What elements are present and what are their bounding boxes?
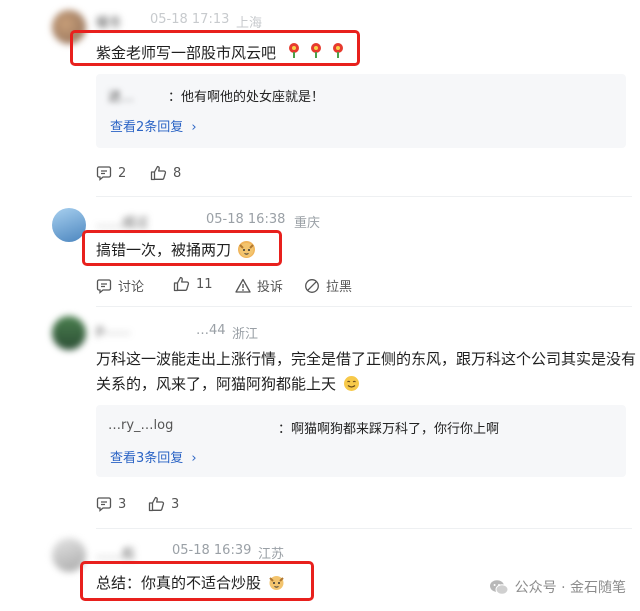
comment-icon <box>96 166 112 181</box>
like-button[interactable]: 8 <box>150 165 181 181</box>
block-button[interactable]: 拉黑 <box>304 276 352 295</box>
comment-text-content: 搞错一次，被捅两刀 <box>96 241 232 259</box>
reply-username[interactable]: …ry_…log <box>108 418 173 433</box>
smile-emoji-icon <box>343 375 360 392</box>
view-replies-label: 查看3条回复 <box>110 451 184 466</box>
divider <box>96 306 632 307</box>
comment-location: 江苏 <box>258 547 285 562</box>
comment-button[interactable]: 2 <box>96 165 126 181</box>
comment-text-line: 关系的，风来了，阿猫阿狗都能上天 <box>96 373 360 394</box>
comment-username[interactable]: 暖冬 <box>96 12 122 31</box>
reply-text-content: 啊猫啊狗都来踩万科了，你行你上啊 <box>291 422 500 437</box>
chevron-right-icon: › <box>191 451 197 466</box>
comment-date: …44 <box>196 323 226 338</box>
block-label: 拉黑 <box>326 280 353 295</box>
watermark-label: 公众号 · 金石随笔 <box>514 580 626 596</box>
avatar[interactable] <box>52 208 86 242</box>
view-replies-link[interactable]: 查看2条回复 › <box>110 116 197 135</box>
divider <box>96 196 632 197</box>
reply-text: ：他有啊他的处女座就是！ <box>168 90 325 105</box>
comment-icon <box>96 497 112 512</box>
like-button[interactable]: 11 <box>173 276 213 292</box>
like-button[interactable]: 3 <box>148 496 179 512</box>
comment-text: 总结：你真的不适合炒股 <box>96 572 285 593</box>
comment-text-content: 紫金老师写一部股市风云吧 <box>96 44 277 62</box>
comment-count: 2 <box>118 165 127 181</box>
discuss-button[interactable]: 讨论 <box>96 276 144 295</box>
discuss-label: 讨论 <box>118 280 145 295</box>
comment-text-content: 总结：你真的不适合炒股 <box>96 574 262 592</box>
comment-text: 紫金老师写一部股市风云吧 <box>96 40 347 63</box>
report-label: 投诉 <box>257 280 284 295</box>
view-replies-label: 查看2条回复 <box>110 120 184 135</box>
reply-text: ：啊猫啊狗都来踩万科了，你行你上啊 <box>278 422 500 437</box>
comment-location: 重庆 <box>294 216 321 231</box>
like-count: 11 <box>196 276 213 292</box>
comment-text: 搞错一次，被捅两刀 <box>96 239 255 260</box>
comment-date: 05-18 17:13 <box>150 12 230 27</box>
comment-location: 浙江 <box>232 327 259 342</box>
thumbs-up-icon <box>148 496 165 512</box>
avatar[interactable] <box>52 316 86 350</box>
thumbs-up-icon <box>150 165 167 181</box>
thumbs-up-icon <box>173 276 190 292</box>
dog-emoji-icon <box>268 574 285 591</box>
comment-date: 05-18 16:39 <box>172 543 252 558</box>
wechat-icon <box>489 579 509 595</box>
warning-icon <box>235 278 251 293</box>
comment-text-line: 万科这一波能走出上涨行情，完全是借了正侧的东风，跟万科这个公司其实是没有 <box>96 350 637 368</box>
chevron-right-icon: › <box>191 120 197 135</box>
reply-username[interactable]: 进… <box>108 86 134 105</box>
dog-emoji-icon <box>237 241 255 258</box>
wechat-watermark: 公众号 · 金石随笔 <box>489 577 626 597</box>
comment-username[interactable]: ……成过 <box>96 212 148 231</box>
reply-preview[interactable] <box>96 405 626 477</box>
comment-button[interactable]: 3 <box>96 496 126 512</box>
flower-emoji-icon <box>287 40 347 62</box>
report-button[interactable]: 投诉 <box>235 276 283 295</box>
comment-text-content: 关系的，风来了，阿猫阿狗都能上天 <box>96 375 337 393</box>
comment-location: 上海 <box>236 16 263 31</box>
comment-date: 05-18 16:38 <box>206 212 286 227</box>
comment-username[interactable]: ……彪 <box>96 543 135 562</box>
divider <box>96 528 632 529</box>
comment-icon <box>96 278 112 294</box>
comment-count: 3 <box>118 496 127 512</box>
like-count: 3 <box>171 496 180 512</box>
reply-text-content: 他有啊他的处女座就是！ <box>181 90 325 105</box>
view-replies-link[interactable]: 查看3条回复 › <box>110 447 197 466</box>
block-icon <box>305 278 319 293</box>
like-count: 8 <box>173 165 182 181</box>
comment-username[interactable]: p…… <box>96 323 130 338</box>
